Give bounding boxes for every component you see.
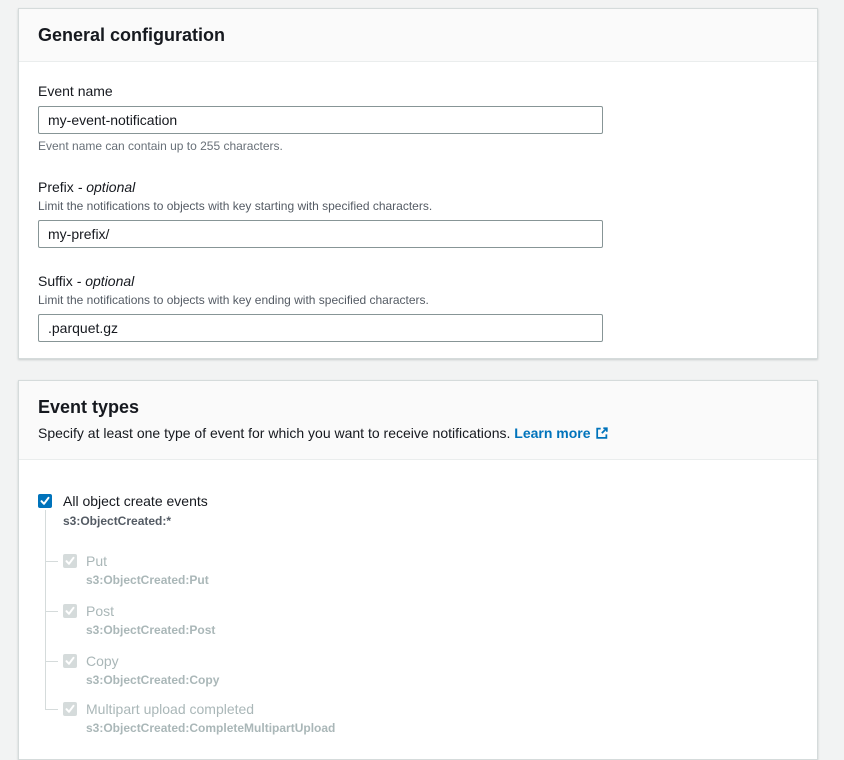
tree-line-vertical bbox=[45, 510, 46, 709]
copy-label: Copy bbox=[86, 652, 219, 670]
multipart-upload-completed-row: Multipart upload completed s3:ObjectCrea… bbox=[63, 700, 335, 736]
suffix-field: Suffix - optional Limit the notification… bbox=[38, 272, 798, 342]
event-types-body: All object create events s3:ObjectCreate… bbox=[19, 460, 817, 745]
prefix-label: Prefix - optional bbox=[38, 178, 798, 196]
multipart-upload-completed-label: Multipart upload completed bbox=[86, 700, 335, 718]
general-configuration-card: General configuration Event name Event n… bbox=[18, 8, 818, 359]
prefix-field: Prefix - optional Limit the notification… bbox=[38, 178, 798, 248]
checkmark-icon bbox=[40, 496, 50, 506]
post-row: Post s3:ObjectCreated:Post bbox=[63, 602, 215, 638]
learn-more-link[interactable]: Learn more bbox=[514, 425, 608, 441]
event-types-description: Specify at least one type of event for w… bbox=[38, 424, 798, 442]
suffix-label-text: Suffix bbox=[38, 273, 73, 289]
event-name-input[interactable] bbox=[38, 106, 603, 134]
optional-suffix: - optional bbox=[77, 273, 135, 289]
suffix-description: Limit the notifications to objects with … bbox=[38, 292, 798, 308]
put-code: s3:ObjectCreated:Put bbox=[86, 572, 209, 588]
all-object-create-events-row: All object create events bbox=[38, 491, 208, 511]
event-name-label-text: Event name bbox=[38, 83, 113, 99]
learn-more-label: Learn more bbox=[514, 425, 590, 441]
prefix-label-text: Prefix bbox=[38, 179, 74, 195]
copy-text: Copy s3:ObjectCreated:Copy bbox=[86, 652, 219, 688]
general-configuration-body: Event name Event name can contain up to … bbox=[19, 62, 817, 358]
copy-row: Copy s3:ObjectCreated:Copy bbox=[63, 652, 219, 688]
post-label: Post bbox=[86, 602, 215, 620]
tree-line-branch bbox=[45, 611, 58, 612]
copy-checkbox bbox=[63, 654, 77, 668]
all-object-create-events-code: s3:ObjectCreated:* bbox=[63, 513, 171, 529]
copy-code: s3:ObjectCreated:Copy bbox=[86, 672, 219, 688]
tree-line-branch bbox=[45, 709, 58, 710]
all-object-create-events-checkbox[interactable] bbox=[38, 494, 52, 508]
prefix-input[interactable] bbox=[38, 220, 603, 248]
put-text: Put s3:ObjectCreated:Put bbox=[86, 552, 209, 588]
external-link-icon bbox=[595, 426, 609, 440]
checkmark-icon bbox=[65, 704, 75, 714]
checkmark-icon bbox=[65, 606, 75, 616]
post-checkbox bbox=[63, 604, 77, 618]
event-types-header: Event types Specify at least one type of… bbox=[19, 381, 817, 460]
checkmark-icon bbox=[65, 656, 75, 666]
put-checkbox bbox=[63, 554, 77, 568]
post-text: Post s3:ObjectCreated:Post bbox=[86, 602, 215, 638]
checkmark-icon bbox=[65, 556, 75, 566]
event-types-title: Event types bbox=[38, 396, 798, 418]
suffix-label: Suffix - optional bbox=[38, 272, 798, 290]
tree-line-branch bbox=[45, 561, 58, 562]
event-name-helper: Event name can contain up to 255 charact… bbox=[38, 138, 798, 154]
put-row: Put s3:ObjectCreated:Put bbox=[63, 552, 209, 588]
multipart-upload-completed-text: Multipart upload completed s3:ObjectCrea… bbox=[86, 700, 335, 736]
multipart-upload-completed-code: s3:ObjectCreated:CompleteMultipartUpload bbox=[86, 720, 335, 736]
all-object-create-events-label: All object create events bbox=[63, 491, 208, 511]
event-types-description-text: Specify at least one type of event for w… bbox=[38, 425, 510, 441]
put-label: Put bbox=[86, 552, 209, 570]
general-configuration-title: General configuration bbox=[38, 24, 798, 46]
multipart-upload-completed-checkbox bbox=[63, 702, 77, 716]
event-name-label: Event name bbox=[38, 82, 798, 100]
general-configuration-header: General configuration bbox=[19, 9, 817, 62]
optional-suffix: - optional bbox=[78, 179, 136, 195]
prefix-description: Limit the notifications to objects with … bbox=[38, 198, 798, 214]
tree-line-branch bbox=[45, 661, 58, 662]
post-code: s3:ObjectCreated:Post bbox=[86, 622, 215, 638]
suffix-input[interactable] bbox=[38, 314, 603, 342]
event-name-field: Event name Event name can contain up to … bbox=[38, 82, 798, 154]
page: General configuration Event name Event n… bbox=[0, 0, 844, 760]
event-types-card: Event types Specify at least one type of… bbox=[18, 380, 818, 760]
